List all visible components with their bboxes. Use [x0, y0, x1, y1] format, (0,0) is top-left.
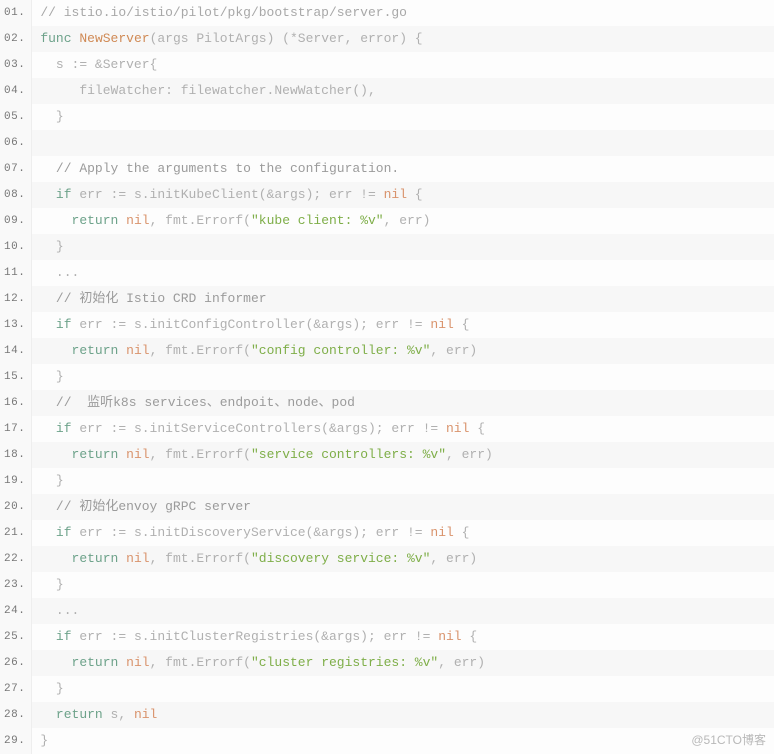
line-number: 02.	[0, 26, 31, 52]
line-number: 20.	[0, 494, 31, 520]
code-line: return nil, fmt.Errorf("cluster registri…	[32, 650, 774, 676]
code-line: // istio.io/istio/pilot/pkg/bootstrap/se…	[32, 0, 774, 26]
code-line: }	[32, 572, 774, 598]
line-number: 16.	[0, 390, 31, 416]
line-number: 13.	[0, 312, 31, 338]
line-number: 23.	[0, 572, 31, 598]
line-number: 08.	[0, 182, 31, 208]
line-number: 29.	[0, 728, 31, 754]
line-number: 19.	[0, 468, 31, 494]
code-content: // istio.io/istio/pilot/pkg/bootstrap/se…	[32, 0, 774, 754]
code-line: return nil, fmt.Errorf("discovery servic…	[32, 546, 774, 572]
line-number: 15.	[0, 364, 31, 390]
code-line: ...	[32, 260, 774, 286]
line-number: 24.	[0, 598, 31, 624]
code-line: }	[32, 468, 774, 494]
line-number: 22.	[0, 546, 31, 572]
line-number: 14.	[0, 338, 31, 364]
code-block: 01.02.03.04.05.06.07.08.09.10.11.12.13.1…	[0, 0, 774, 754]
watermark: @51CTO博客	[691, 731, 766, 748]
code-line: if err := s.initKubeClient(&args); err !…	[32, 182, 774, 208]
line-number: 09.	[0, 208, 31, 234]
line-number: 05.	[0, 104, 31, 130]
code-line: ...	[32, 598, 774, 624]
code-line: s := &Server{	[32, 52, 774, 78]
code-line: func NewServer(args PilotArgs) (*Server,…	[32, 26, 774, 52]
code-line: // 监听k8s services、endpoit、node、pod	[32, 390, 774, 416]
code-line: }	[32, 728, 774, 754]
line-number: 11.	[0, 260, 31, 286]
code-line: }	[32, 104, 774, 130]
line-number: 25.	[0, 624, 31, 650]
code-line: if err := s.initClusterRegistries(&args)…	[32, 624, 774, 650]
code-line: return nil, fmt.Errorf("config controlle…	[32, 338, 774, 364]
line-number: 10.	[0, 234, 31, 260]
code-line: if err := s.initDiscoveryService(&args);…	[32, 520, 774, 546]
code-line: }	[32, 364, 774, 390]
code-line: if err := s.initConfigController(&args);…	[32, 312, 774, 338]
line-number: 17.	[0, 416, 31, 442]
line-number: 01.	[0, 0, 31, 26]
code-line: }	[32, 234, 774, 260]
line-number: 26.	[0, 650, 31, 676]
code-line: }	[32, 676, 774, 702]
line-number: 04.	[0, 78, 31, 104]
line-number: 21.	[0, 520, 31, 546]
code-line: if err := s.initServiceControllers(&args…	[32, 416, 774, 442]
code-line	[32, 130, 774, 156]
line-number: 27.	[0, 676, 31, 702]
line-number-gutter: 01.02.03.04.05.06.07.08.09.10.11.12.13.1…	[0, 0, 32, 754]
line-number: 06.	[0, 130, 31, 156]
line-number: 28.	[0, 702, 31, 728]
line-number: 07.	[0, 156, 31, 182]
code-line: return nil, fmt.Errorf("kube client: %v"…	[32, 208, 774, 234]
code-line: // 初始化envoy gRPC server	[32, 494, 774, 520]
line-number: 12.	[0, 286, 31, 312]
code-line: return nil, fmt.Errorf("service controll…	[32, 442, 774, 468]
code-line: // Apply the arguments to the configurat…	[32, 156, 774, 182]
line-number: 03.	[0, 52, 31, 78]
code-line: fileWatcher: filewatcher.NewWatcher(),	[32, 78, 774, 104]
code-line: return s, nil	[32, 702, 774, 728]
line-number: 18.	[0, 442, 31, 468]
code-line: // 初始化 Istio CRD informer	[32, 286, 774, 312]
